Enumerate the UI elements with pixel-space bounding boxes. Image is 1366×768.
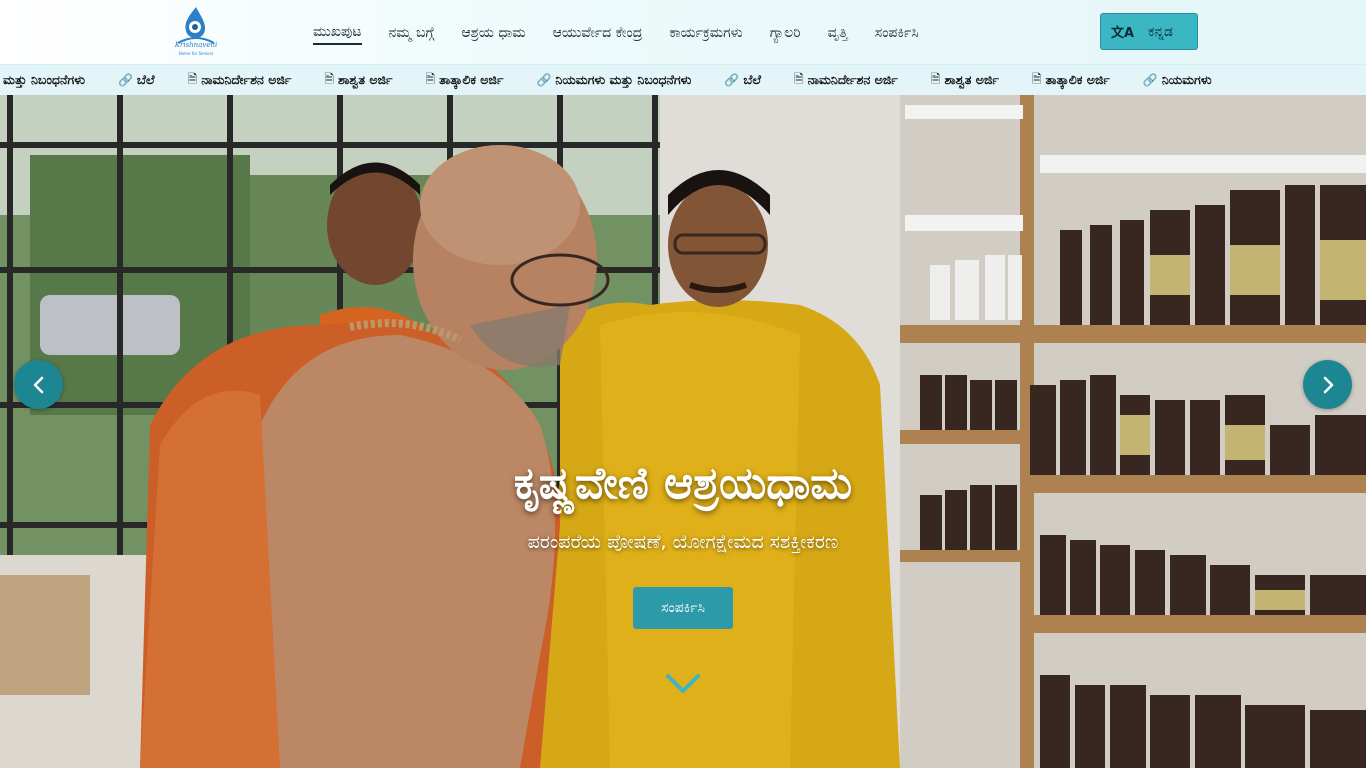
site-header: Krishnaveni Home for Seniors ಮುಖಪುಟ ನಮ್ಮ… [0,0,1366,65]
contact-button[interactable]: ಸಂಪರ್ಕಿಸಿ [633,587,733,629]
hero-title: ಕೃಷ್ಣವೇಣಿ ಆಶ್ರಯಧಾಮ [513,458,853,509]
ticker-item-temporary-form[interactable]: 🗎 ತಾತ್ಕಾಲಿಕ ಅರ್ಜಿ [1032,70,1110,91]
svg-text:Krishnaveni: Krishnaveni [174,41,217,49]
translate-icon: 文A [1111,26,1135,41]
site-logo[interactable]: Krishnaveni Home for Seniors [170,3,222,59]
ticker-item-terms[interactable]: 🔗ನಿಯಮಗಳು ಮತ್ತು ನಿಬಂಧನೆಗಳು [536,72,691,88]
nav-gallery[interactable]: ಗ್ಯಾಲರಿ [770,21,801,45]
document-icon: 🗎 [324,71,334,86]
chevron-left-icon [33,376,43,393]
chevron-right-icon [1323,376,1333,393]
language-button[interactable]: 文A ಕನ್ನಡ [1100,13,1198,50]
hero-subtitle: ಪರಂಪರೆಯ ಪೋಷಣೆ, ಯೋಗಕ್ಷೇಮದ ಸಶಕ್ತೀಕರಣ [527,531,839,553]
link-icon: 🔗 [1142,73,1158,87]
slider-prev-button[interactable] [14,360,63,409]
nav-ayurveda-center[interactable]: ಆಯುರ್ವೇದ ಕೇಂದ್ರ [553,21,643,45]
ticker-item-nomination-form[interactable]: 🗎 ನಾಮನಿರ್ದೇಶನ ಅರ್ಜಿ [794,70,898,91]
slider-next-button[interactable] [1303,360,1352,409]
document-icon: 🗎 [1031,71,1042,86]
chevron-down-icon [666,674,700,693]
document-icon: 🗎 [930,71,941,86]
hero-slider: ಕೃಷ್ಣವೇಣಿ ಆಶ್ರಯಧಾಮ ಪರಂಪರೆಯ ಪೋಷಣೆ, ಯೋಗಕ್ಷ… [0,95,1366,768]
document-icon: 🗎 [187,71,198,86]
nav-careers[interactable]: ವೃತ್ತಿ [828,21,848,45]
document-icon: 🗎 [425,71,436,86]
nav-shelter[interactable]: ಆಶ್ರಯ ಧಾಮ [461,21,525,45]
svg-text:Home for Seniors: Home for Seniors [179,51,214,56]
link-icon: 🔗 [724,73,740,87]
nav-contact[interactable]: ಸಂಪರ್ಕಿಸಿ [875,21,919,45]
ticker-item-price[interactable]: 🔗 ಬೆಲೆ [724,72,761,88]
language-label: ಕನ್ನಡ [1148,23,1173,40]
ticker-item-permanent-form[interactable]: 🗎 ಶಾಶ್ವತ ಅರ್ಜಿ [324,70,392,91]
document-icon: 🗎 [794,71,804,86]
link-icon: 🔗 [117,73,133,87]
links-ticker: 🔗ನಿಯಮಗಳು ಮತ್ತು ನಿಬಂಧನೆಗಳು 🔗ಬೆಲೆ 🗎ನಾಮನಿರ್… [0,65,1366,95]
nav-home[interactable]: ಮುಖಪುಟ [313,20,362,45]
scroll-down-button[interactable] [663,666,703,702]
nav-about[interactable]: ನಮ್ಮ ಬಗ್ಗೆ [389,21,435,45]
link-icon: 🔗 [536,73,552,87]
main-nav: ಮುಖಪುಟ ನಮ್ಮ ಬಗ್ಗೆ ಆಶ್ರಯ ಧಾಮ ಆಯುರ್ವೇದ ಕೇಂ… [313,0,946,65]
logo-icon: Krishnaveni Home for Seniors [174,7,217,56]
ticker-track: 🔗ನಿಯಮಗಳು ಮತ್ತು ನಿಬಂಧನೆಗಳು 🔗ಬೆಲೆ 🗎ನಾಮನಿರ್… [0,65,1245,95]
ticker-item-terms[interactable]: 🔗ನಿಯಮಗಳು ಮತ್ತು ನಿಬಂಧನೆಗಳು [0,72,85,88]
ticker-item-permanent-form[interactable]: 🗎 ಶಾಶ್ವತ ಅರ್ಜಿ [931,70,999,91]
ticker-item-terms[interactable]: 🔗 ನಿಯಮಗಳು [1143,72,1212,88]
ticker-item-nomination-form[interactable]: 🗎 ನಾಮನಿರ್ದೇಶನ ಅರ್ಜಿ [188,70,292,91]
nav-programs[interactable]: ಕಾರ್ಯಕ್ರಮಗಳು [669,21,742,45]
ticker-item-price[interactable]: 🔗 ಬೆಲೆ [118,72,155,88]
ticker-item-temporary-form[interactable]: 🗎 ತಾತ್ಕಾಲಿಕ ಅರ್ಜಿ [425,70,503,91]
